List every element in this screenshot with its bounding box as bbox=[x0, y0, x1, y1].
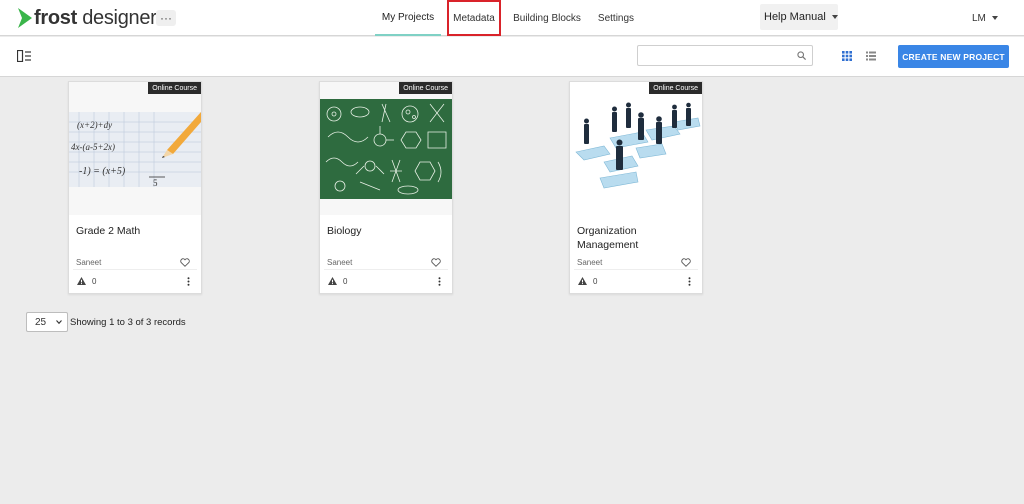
frost-logo-icon bbox=[18, 8, 32, 28]
project-thumbnail: Online Course bbox=[570, 82, 702, 215]
svg-text:(x+2)+dy: (x+2)+dy bbox=[77, 120, 112, 130]
warning-icon bbox=[328, 277, 337, 285]
search-icon[interactable] bbox=[797, 51, 806, 60]
project-thumbnail: Online Course bbox=[320, 82, 452, 215]
project-card-grade-2-math[interactable]: (x+2)+dy 4x-(a-5+2x) -1) = (x+5) 5 Onlin… bbox=[68, 81, 202, 294]
project-author: Saneet bbox=[327, 258, 353, 267]
project-title[interactable]: Biology bbox=[327, 224, 447, 238]
kebab-menu-icon[interactable] bbox=[688, 277, 691, 286]
favorite-heart-icon[interactable] bbox=[431, 258, 441, 267]
list-view-icon[interactable] bbox=[866, 51, 876, 61]
logo-text-light: designer bbox=[76, 6, 157, 29]
favorite-heart-icon[interactable] bbox=[681, 258, 691, 267]
user-menu[interactable]: LM bbox=[972, 10, 998, 26]
project-title[interactable]: Grade 2 Math bbox=[76, 224, 196, 238]
grid-view-icon[interactable] bbox=[842, 51, 852, 61]
svg-text:-1) = (x+5): -1) = (x+5) bbox=[79, 166, 126, 177]
svg-text:4x-(a-5+2x): 4x-(a-5+2x) bbox=[71, 142, 115, 152]
project-thumbnail: (x+2)+dy 4x-(a-5+2x) -1) = (x+5) 5 Onlin… bbox=[69, 82, 201, 215]
more-options-button[interactable]: ··· bbox=[156, 10, 176, 26]
help-manual-label: Help Manual bbox=[764, 11, 826, 23]
caret-down-icon bbox=[831, 15, 838, 19]
chevron-down-icon bbox=[56, 320, 62, 325]
search-input[interactable] bbox=[644, 47, 794, 66]
project-author: Saneet bbox=[76, 258, 102, 267]
page-size-value: 25 bbox=[35, 316, 47, 328]
project-title[interactable]: Organization Management bbox=[577, 224, 697, 252]
course-type-badge: Online Course bbox=[148, 82, 201, 94]
card-divider bbox=[73, 269, 197, 270]
records-summary: Showing 1 to 3 of 3 records bbox=[70, 317, 186, 328]
tab-my-projects[interactable]: My Projects bbox=[375, 0, 441, 36]
project-author: Saneet bbox=[577, 258, 603, 267]
user-initials: LM bbox=[972, 12, 986, 24]
card-divider bbox=[324, 269, 448, 270]
page-size-select[interactable]: 25 bbox=[26, 312, 68, 332]
help-manual-dropdown[interactable]: Help Manual bbox=[760, 4, 838, 30]
kebab-menu-icon[interactable] bbox=[187, 277, 190, 286]
logo-text-bold: frost bbox=[34, 6, 77, 29]
favorite-heart-icon[interactable] bbox=[180, 258, 190, 267]
app-logo[interactable]: frost designer bbox=[18, 6, 157, 30]
course-type-badge: Online Course bbox=[399, 82, 452, 94]
project-card-biology[interactable]: Online Course Biology Saneet 0 bbox=[319, 81, 453, 294]
warning-count: 0 bbox=[92, 277, 97, 286]
tab-building-blocks[interactable]: Building Blocks bbox=[511, 0, 583, 36]
tab-settings[interactable]: Settings bbox=[594, 0, 638, 36]
project-card-organization-management[interactable]: Online Course Organization Management Sa… bbox=[569, 81, 703, 294]
search-field bbox=[637, 45, 813, 66]
tab-metadata[interactable]: Metadata bbox=[447, 0, 501, 36]
sidebar-toggle-icon[interactable] bbox=[17, 50, 31, 62]
caret-down-icon bbox=[991, 16, 998, 20]
svg-text:5: 5 bbox=[153, 178, 158, 188]
kebab-menu-icon[interactable] bbox=[438, 277, 441, 286]
warning-icon bbox=[77, 277, 86, 285]
course-type-badge: Online Course bbox=[649, 82, 702, 94]
warning-icon bbox=[578, 277, 587, 285]
warning-count: 0 bbox=[343, 277, 348, 286]
top-nav-bar: frost designer ··· My Projects Metadata … bbox=[0, 0, 1024, 36]
warning-count: 0 bbox=[593, 277, 598, 286]
create-new-project-button[interactable]: CREATE NEW PROJECT bbox=[898, 45, 1009, 68]
project-toolbar: CREATE NEW PROJECT bbox=[0, 37, 1024, 77]
card-divider bbox=[574, 269, 698, 270]
